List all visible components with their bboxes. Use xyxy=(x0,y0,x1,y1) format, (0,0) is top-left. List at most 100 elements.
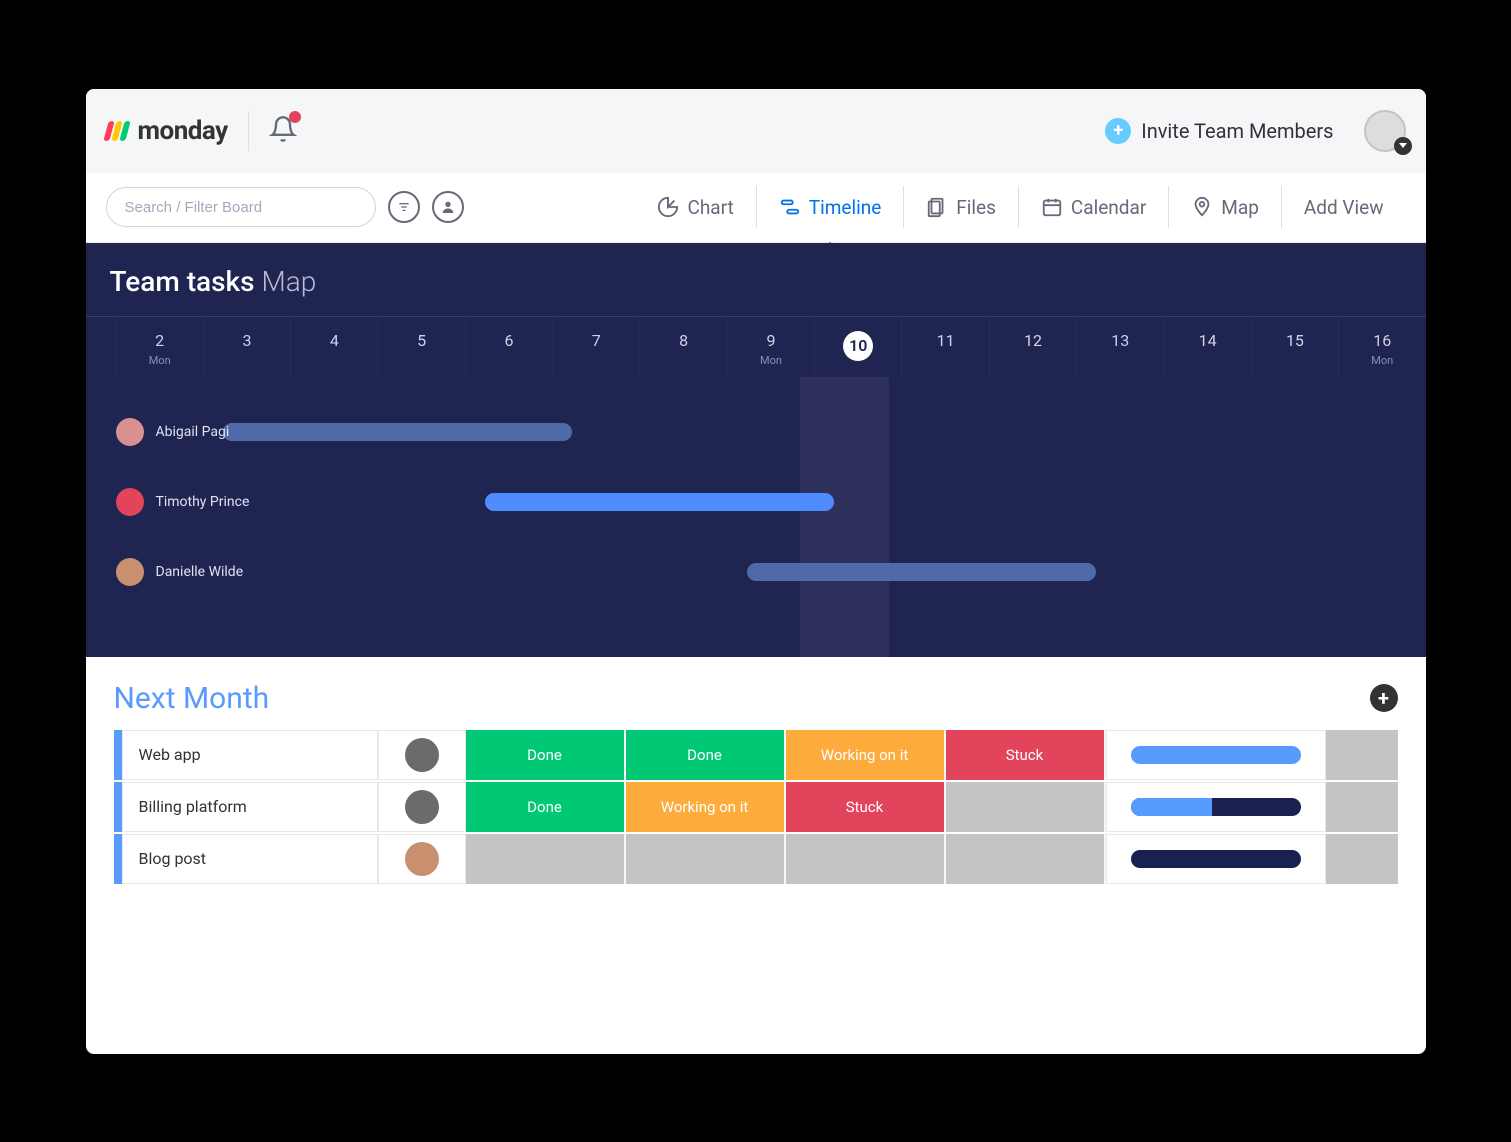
add-item-button[interactable]: + xyxy=(1370,684,1398,712)
date-col[interactable]: 4 xyxy=(290,317,377,377)
row-accent xyxy=(114,730,122,780)
viewbar: Chart Timeline Files Calendar Map Add Vi… xyxy=(86,173,1426,243)
table-row: Blog post xyxy=(114,834,1398,884)
status-cell[interactable]: Done xyxy=(466,782,624,832)
date-col[interactable]: 9 Mon xyxy=(727,317,814,377)
table-row: Web appDoneDoneWorking on itStuck xyxy=(114,730,1398,780)
date-col[interactable]: 14 xyxy=(1163,317,1250,377)
status-cell[interactable] xyxy=(946,782,1104,832)
task-name[interactable]: Blog post xyxy=(122,834,378,884)
plus-icon: + xyxy=(1105,118,1131,144)
progress-cell[interactable] xyxy=(1106,834,1326,884)
invite-team-members-button[interactable]: + Invite Team Members xyxy=(1105,118,1333,144)
next-month-title[interactable]: Next Month xyxy=(114,681,270,716)
date-col[interactable]: 8 xyxy=(639,317,726,377)
task-name[interactable]: Billing platform xyxy=(122,782,378,832)
gantt-person[interactable]: Danielle Wilde xyxy=(116,558,244,586)
date-number: 10 xyxy=(843,331,873,361)
avatar xyxy=(116,488,144,516)
date-col[interactable]: 3 xyxy=(203,317,290,377)
progress-fill xyxy=(1131,746,1301,764)
date-col[interactable]: 5 xyxy=(377,317,464,377)
table-row: Billing platform DoneWorking on itStuck xyxy=(114,782,1398,832)
date-number: 6 xyxy=(466,331,552,350)
date-col[interactable]: 16 Mon xyxy=(1338,317,1425,377)
profile-menu-button[interactable] xyxy=(1364,110,1406,152)
person-name: Danielle Wilde xyxy=(156,564,244,580)
row-tail xyxy=(1326,730,1398,780)
progress-cell[interactable] xyxy=(1106,782,1326,832)
gantt-person[interactable]: Timothy Prince xyxy=(116,488,250,516)
date-col[interactable]: 6 xyxy=(465,317,552,377)
date-dow: Mon xyxy=(117,354,203,367)
panel-title: Team tasks Map xyxy=(110,265,1402,298)
search-input[interactable] xyxy=(106,187,376,227)
owner-cell[interactable] xyxy=(378,782,466,832)
status-cell[interactable] xyxy=(626,834,784,884)
add-view-button[interactable]: Add View xyxy=(1281,186,1406,228)
status-cell[interactable]: Stuck xyxy=(946,730,1104,780)
status-cell[interactable]: Done xyxy=(626,730,784,780)
date-number: 4 xyxy=(291,331,377,350)
date-header: 2Mon3456789 Mon 10 111213141516 Mon xyxy=(86,317,1426,377)
date-col[interactable]: 11 xyxy=(901,317,988,377)
status-cell[interactable]: Done xyxy=(466,730,624,780)
row-tail xyxy=(1326,782,1398,832)
date-col[interactable]: 15 xyxy=(1251,317,1338,377)
status-cell[interactable]: Working on it xyxy=(786,730,944,780)
gantt-bar[interactable] xyxy=(747,563,1096,581)
gantt-bar[interactable] xyxy=(485,493,834,511)
map-pin-icon xyxy=(1191,196,1213,218)
tab-map[interactable]: Map xyxy=(1168,186,1281,228)
logo-stripes-icon xyxy=(106,121,128,141)
gantt-row: Timothy Prince xyxy=(116,467,1426,537)
avatar xyxy=(116,558,144,586)
status-cell[interactable]: Stuck xyxy=(786,782,944,832)
date-dow: Mon xyxy=(728,354,814,367)
date-col[interactable]: 13 xyxy=(1076,317,1163,377)
logo[interactable]: monday xyxy=(106,116,228,146)
tab-calendar[interactable]: Calendar xyxy=(1018,186,1168,228)
gantt-row: Abigail Pagi xyxy=(116,397,1426,467)
avatar xyxy=(405,738,439,772)
date-col[interactable]: 2Mon xyxy=(116,317,203,377)
person-filter-button[interactable] xyxy=(432,191,464,223)
filter-button[interactable] xyxy=(388,191,420,223)
notifications-button[interactable] xyxy=(269,115,297,147)
avatar xyxy=(405,790,439,824)
notification-dot-icon xyxy=(289,111,301,123)
gantt-person[interactable]: Abigail Pagi xyxy=(116,418,230,446)
status-cell[interactable] xyxy=(466,834,624,884)
date-number: 14 xyxy=(1164,331,1250,350)
tab-timeline[interactable]: Timeline xyxy=(756,186,904,228)
avatar xyxy=(116,418,144,446)
tab-chart[interactable]: Chart xyxy=(635,186,755,228)
date-dow: Mon xyxy=(1339,354,1425,367)
owner-cell[interactable] xyxy=(378,834,466,884)
chevron-down-icon xyxy=(1394,137,1412,155)
owner-cell[interactable] xyxy=(378,730,466,780)
status-cell[interactable] xyxy=(786,834,944,884)
person-icon xyxy=(440,199,456,215)
row-accent xyxy=(114,782,122,832)
date-number: 16 xyxy=(1339,331,1425,350)
date-number: 9 xyxy=(728,331,814,350)
progress-bar xyxy=(1131,746,1301,764)
brand-name: monday xyxy=(138,116,228,146)
tab-files[interactable]: Files xyxy=(903,186,1018,228)
progress-bar xyxy=(1131,798,1301,816)
date-col[interactable]: 7 xyxy=(552,317,639,377)
task-name[interactable]: Web app xyxy=(122,730,378,780)
chart-icon xyxy=(657,196,679,218)
gantt-bar[interactable] xyxy=(223,423,572,441)
date-col[interactable]: 10 xyxy=(814,317,901,377)
progress-cell[interactable] xyxy=(1106,730,1326,780)
status-cell[interactable]: Working on it xyxy=(626,782,784,832)
view-tabs: Chart Timeline Files Calendar Map Add Vi… xyxy=(635,186,1405,228)
status-cell[interactable] xyxy=(946,834,1104,884)
invite-label: Invite Team Members xyxy=(1141,119,1333,143)
timeline-panel: Team tasks Map 2Mon3456789Mon10111213141… xyxy=(86,243,1426,657)
date-number: 15 xyxy=(1252,331,1338,350)
next-month-section: Next Month + Web appDoneDoneWorking on i… xyxy=(86,657,1426,914)
date-col[interactable]: 12 xyxy=(989,317,1076,377)
